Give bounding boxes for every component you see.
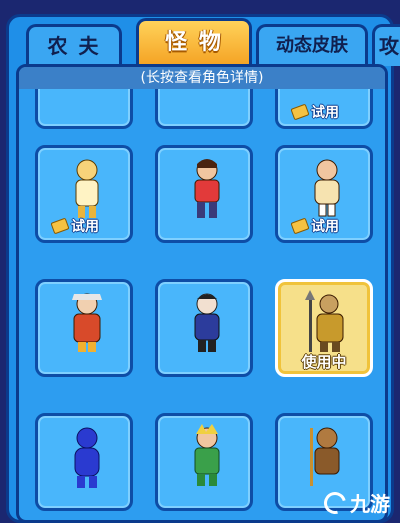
character-card[interactable]: 试用 [275, 145, 373, 243]
monkey-king-icon [310, 427, 340, 486]
hoodie-character-icon [194, 293, 220, 352]
watermark: 九游 [319, 487, 390, 518]
tab-farmer[interactable]: 农 夫 [26, 24, 122, 66]
golden-warrior-icon [75, 159, 99, 218]
character-card[interactable] [155, 413, 253, 511]
tab-partial[interactable]: 攻 [372, 24, 400, 66]
character-card[interactable] [35, 413, 133, 511]
tab-bar: 农 夫 动态皮肤 攻 怪 物 [10, 18, 400, 66]
character-card[interactable] [155, 145, 253, 243]
blue-creature-icon [74, 427, 100, 488]
in-use-label: 使用中 [301, 353, 347, 371]
character-card-selected[interactable]: 使用中 [275, 279, 373, 377]
green-suit-character-icon [194, 424, 220, 486]
ticket-icon [50, 217, 70, 235]
character-card[interactable] [35, 279, 133, 377]
red-shirt-boy-icon [194, 159, 220, 218]
chef-character-icon [314, 159, 340, 217]
trial-badge: 试用 [290, 102, 339, 122]
tab-monster[interactable]: 怪 物 [136, 18, 252, 66]
hint-text: (长按查看角色详情) [19, 67, 385, 89]
monk-character-icon [72, 293, 102, 352]
armored-knight-icon [305, 290, 344, 352]
character-card[interactable] [155, 279, 253, 377]
tab-dynamic-skin[interactable]: 动态皮肤 [256, 24, 368, 66]
trial-badge: 试用 [50, 216, 99, 236]
jiuyou-logo-icon [319, 487, 351, 518]
ticket-icon [290, 103, 310, 121]
trial-badge: 试用 [290, 216, 339, 236]
ticket-icon [290, 217, 310, 235]
character-card[interactable]: 试用 [35, 145, 133, 243]
character-grid: (长按查看角色详情) 试用 试用 试用 使用中 [16, 64, 388, 523]
